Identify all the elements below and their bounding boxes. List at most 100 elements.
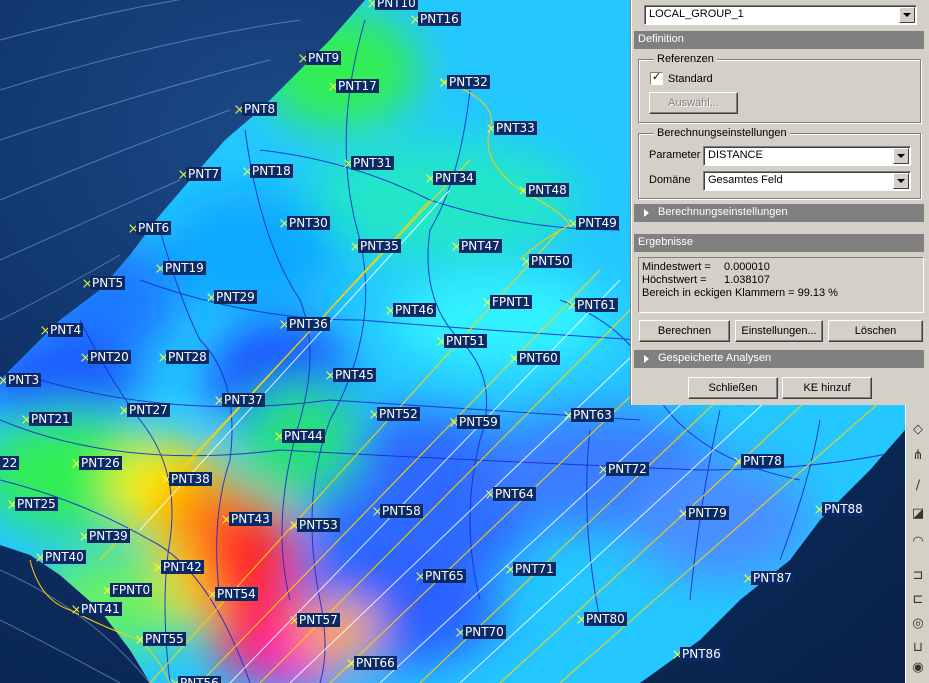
point-label-pnt29[interactable]: PNT29	[214, 290, 257, 304]
point-label-pnt72[interactable]: PNT72	[606, 462, 649, 476]
point-label-pnt42[interactable]: PNT42	[161, 560, 204, 574]
chevron-down-icon[interactable]	[893, 173, 909, 189]
point-label-pnt21[interactable]: PNT21	[29, 412, 72, 426]
point-label-pnt86[interactable]: PNT86	[680, 647, 723, 661]
point-label-pnt57[interactable]: PNT57	[297, 613, 340, 627]
group-select[interactable]: LOCAL_GROUP_1	[644, 5, 917, 25]
point-label-pnt53[interactable]: PNT53	[297, 518, 340, 532]
expand-triangle-icon	[644, 355, 649, 363]
point-label-pnt50[interactable]: PNT50	[529, 254, 572, 268]
point-label-pnt40[interactable]: PNT40	[43, 550, 86, 564]
point-label-pnt7[interactable]: PNT7	[186, 167, 222, 181]
point-label-pnt27[interactable]: PNT27	[127, 403, 170, 417]
point-label-pnt59[interactable]: PNT59	[457, 415, 500, 429]
surface-icon[interactable]: ◪	[909, 505, 927, 523]
point-label-pnt63[interactable]: PNT63	[571, 408, 614, 422]
point-label-pnt71[interactable]: PNT71	[513, 562, 556, 576]
tool-icon[interactable]: ◎	[909, 615, 927, 633]
point-label-pnt22[interactable]: 22	[0, 456, 20, 470]
point-label-pnt19[interactable]: PNT19	[163, 261, 206, 275]
tool-icon[interactable]: ⊔	[909, 639, 927, 657]
schliessen-button[interactable]: Schließen	[688, 377, 778, 399]
gespeicherte-label: Gespeicherte Analysen	[658, 352, 772, 364]
datum-plane-icon[interactable]: ◇	[909, 421, 927, 439]
point-label-pnt80[interactable]: PNT80	[584, 612, 627, 626]
point-label-pnt65[interactable]: PNT65	[423, 569, 466, 583]
point-label-pnt36[interactable]: PNT36	[287, 317, 330, 331]
point-label-pnt33[interactable]: PNT33	[494, 121, 537, 135]
point-label-pnt46[interactable]: PNT46	[393, 303, 436, 317]
point-label-pnt44[interactable]: PNT44	[282, 429, 325, 443]
point-label-pnt6[interactable]: PNT6	[136, 221, 172, 235]
point-label-pnt47[interactable]: PNT47	[459, 239, 502, 253]
point-label-pnt54[interactable]: PNT54	[215, 587, 258, 601]
point-label-pnt60[interactable]: PNT60	[517, 351, 560, 365]
point-label-pnt58[interactable]: PNT58	[380, 504, 423, 518]
point-label-pnt35[interactable]: PNT35	[358, 239, 401, 253]
chevron-down-icon[interactable]	[893, 148, 909, 164]
gespeicherte-header[interactable]: Gespeicherte Analysen	[634, 350, 924, 368]
point-label-pnt51[interactable]: PNT51	[444, 334, 487, 348]
berechnung-collapsed-label: Berechnungseinstellungen	[658, 206, 788, 218]
point-label-pnt39[interactable]: PNT39	[87, 529, 130, 543]
domaene-select[interactable]: Gesamtes Feld	[703, 171, 911, 191]
point-label-pnt55[interactable]: PNT55	[143, 632, 186, 646]
axis-icon[interactable]: ∕	[909, 477, 927, 495]
point-label-pnt56[interactable]: PNT56	[178, 676, 221, 683]
point-label-pnt38[interactable]: PNT38	[169, 472, 212, 486]
point-label-fpnt1[interactable]: FPNT1	[490, 295, 533, 309]
parameter-value: DISTANCE	[708, 149, 763, 161]
standard-checkbox[interactable]	[650, 70, 663, 85]
einstellungen-button[interactable]: Einstellungen...	[735, 320, 823, 342]
berechnen-button[interactable]: Berechnen	[639, 320, 730, 342]
point-label-pnt28[interactable]: PNT28	[166, 350, 209, 364]
point-label-pnt30[interactable]: PNT30	[287, 216, 330, 230]
point-label-pnt78[interactable]: PNT78	[741, 454, 784, 468]
point-label-pnt31[interactable]: PNT31	[351, 156, 394, 170]
point-label-pnt34[interactable]: PNT34	[433, 171, 476, 185]
point-label-pnt52[interactable]: PNT52	[377, 407, 420, 421]
point-label-pnt64[interactable]: PNT64	[493, 487, 536, 501]
group-select-value: LOCAL_GROUP_1	[649, 8, 744, 20]
auswahl-button[interactable]: Auswahl...	[649, 92, 738, 114]
point-label-pnt18[interactable]: PNT18	[250, 164, 293, 178]
point-label-pnt70[interactable]: PNT70	[463, 625, 506, 639]
point-label-pnt41[interactable]: PNT41	[79, 602, 122, 616]
point-label-pnt87[interactable]: PNT87	[751, 571, 794, 585]
point-label-pnt49[interactable]: PNT49	[576, 216, 619, 230]
point-label-pnt66[interactable]: PNT66	[354, 656, 397, 670]
chevron-down-icon[interactable]	[899, 7, 915, 23]
point-label-pnt4[interactable]: PNT4	[48, 323, 84, 337]
point-label-pnt8[interactable]: PNT8	[242, 102, 278, 116]
tool-icon[interactable]: ⊐	[909, 567, 927, 585]
point-label-pnt10[interactable]: PNT10	[375, 0, 418, 10]
point-label-pnt61[interactable]: PNT61	[575, 298, 618, 312]
point-label-pnt88[interactable]: PNT88	[822, 502, 865, 516]
tool-icon[interactable]: ◉	[909, 659, 927, 677]
point-label-pnt48[interactable]: PNT48	[526, 183, 569, 197]
point-label-pnt32[interactable]: PNT32	[447, 75, 490, 89]
point-label-pnt43[interactable]: PNT43	[229, 512, 272, 526]
berechnung-collapsed-header[interactable]: Berechnungseinstellungen	[634, 204, 924, 222]
point-label-pnt17[interactable]: PNT17	[336, 79, 379, 93]
point-label-pnt3[interactable]: PNT3	[6, 373, 42, 387]
point-label-pnt37[interactable]: PNT37	[222, 393, 265, 407]
right-toolbar: ◇ ⋔ ∕ ◪ ◠ ⊐ ⊏ ◎ ⊔ ◉	[905, 405, 929, 683]
point-label-pnt9[interactable]: PNT9	[306, 51, 342, 65]
tool-icon[interactable]: ⊏	[909, 591, 927, 609]
curve-point-icon[interactable]: ⋔	[909, 447, 927, 465]
parameter-select[interactable]: DISTANCE	[703, 146, 911, 166]
point-label-pnt20[interactable]: PNT20	[88, 350, 131, 364]
ke-hinzu-button[interactable]: KE hinzuf	[782, 377, 872, 399]
point-label-pnt45[interactable]: PNT45	[333, 368, 376, 382]
point-label-fpnt0[interactable]: FPNT0	[110, 583, 153, 597]
point-label-pnt16[interactable]: PNT16	[418, 12, 461, 26]
point-label-pnt79[interactable]: PNT79	[686, 506, 729, 520]
hoechstwert-value: 1.038107	[724, 274, 770, 286]
loeschen-button[interactable]: Löschen	[828, 320, 923, 342]
definition-header: Definition	[634, 31, 924, 49]
point-label-pnt25[interactable]: PNT25	[15, 497, 58, 511]
sketch-icon[interactable]: ◠	[909, 533, 927, 551]
point-label-pnt26[interactable]: PNT26	[79, 456, 122, 470]
point-label-pnt5[interactable]: PNT5	[90, 276, 126, 290]
